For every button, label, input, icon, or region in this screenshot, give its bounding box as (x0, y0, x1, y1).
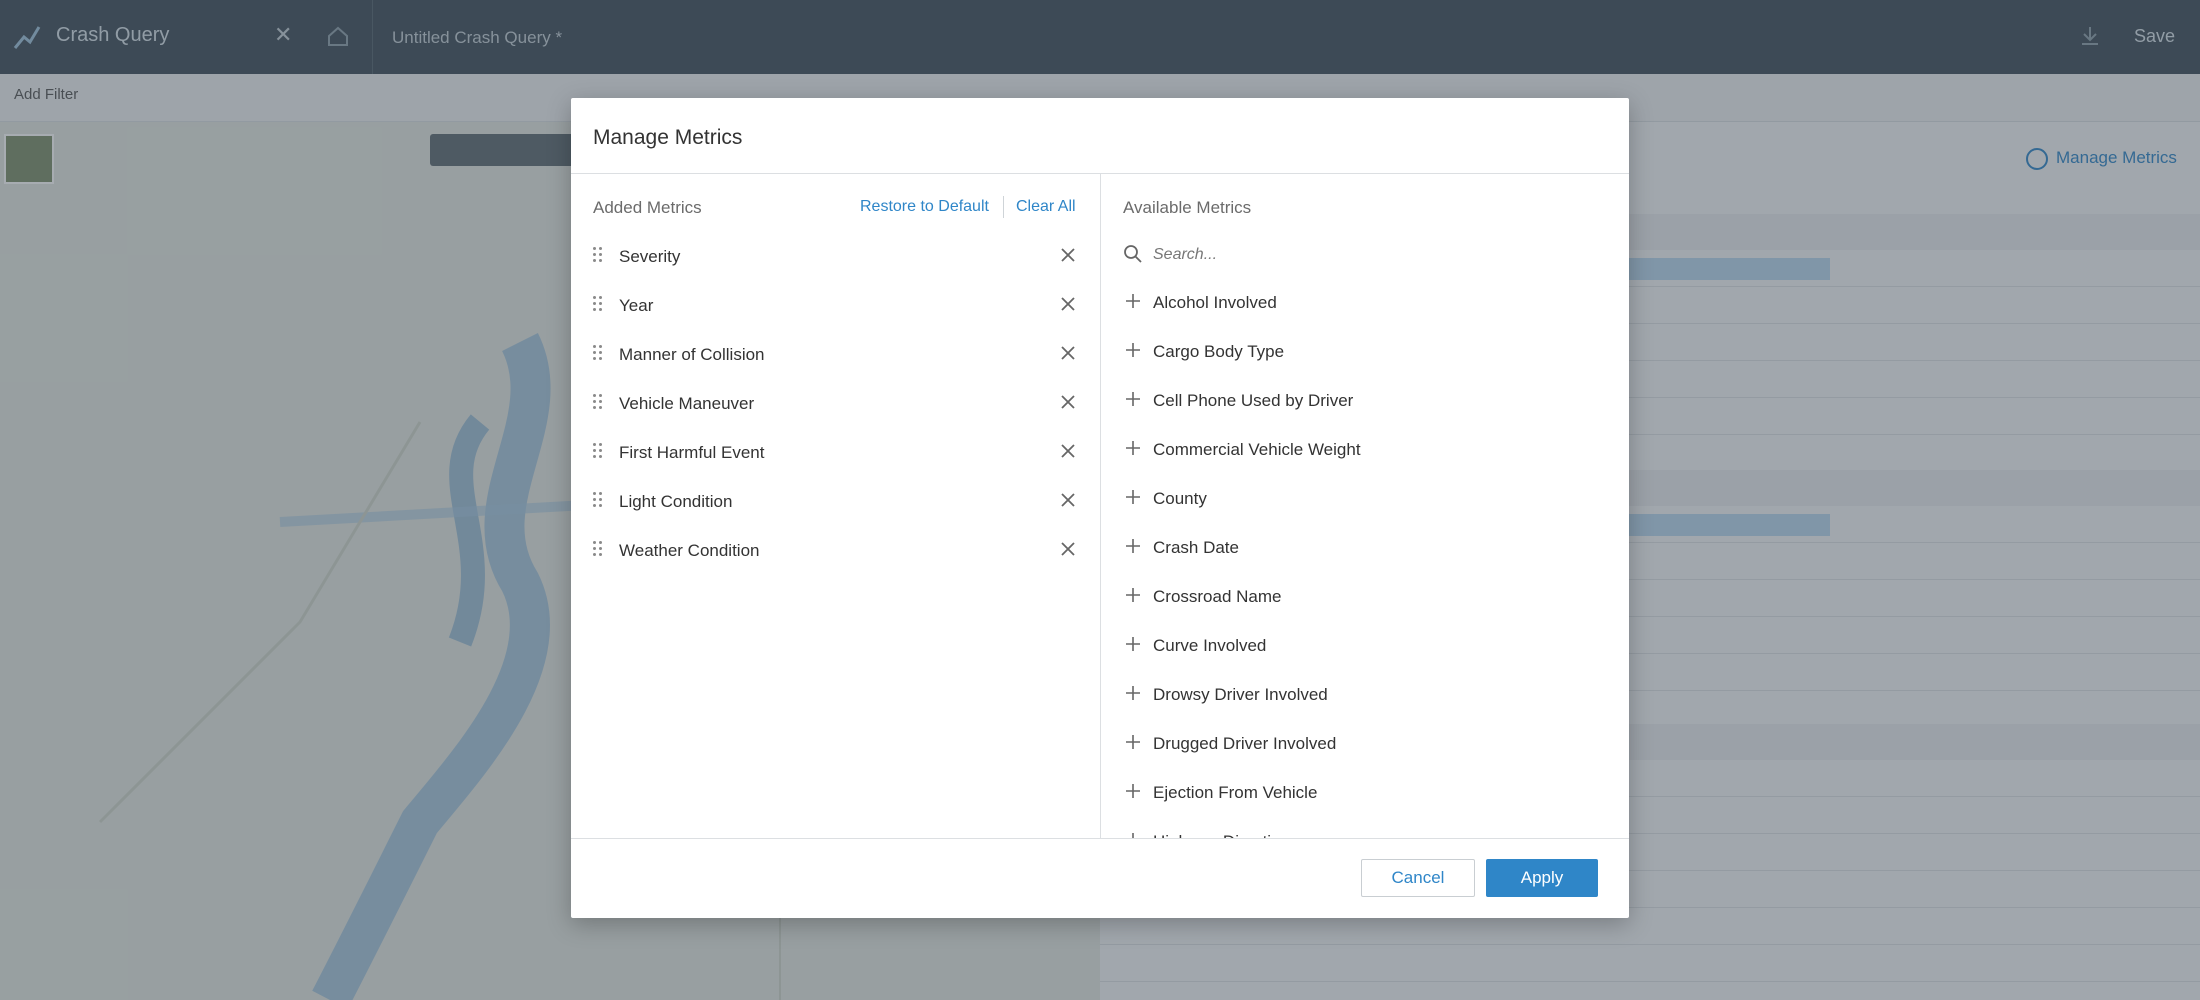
available-metric-item[interactable]: Alcohol Involved (1101, 280, 1629, 329)
available-metric-item[interactable]: Drowsy Driver Involved (1101, 672, 1629, 721)
drag-handle-icon[interactable] (593, 296, 603, 312)
added-metric-label: First Harmful Event (619, 443, 765, 462)
add-metric-icon[interactable] (1125, 293, 1141, 309)
add-metric-icon[interactable] (1125, 538, 1141, 554)
add-metric-icon[interactable] (1125, 587, 1141, 603)
available-metrics-heading: Available Metrics (1123, 198, 1252, 217)
add-metric-icon[interactable] (1125, 342, 1141, 358)
available-metrics-panel: Available Metrics Alcohol Involved Cargo … (1101, 174, 1629, 838)
available-metric-label: Ejection From Vehicle (1153, 783, 1318, 802)
drag-handle-icon[interactable] (593, 443, 603, 459)
add-metric-icon[interactable] (1125, 636, 1141, 652)
available-metric-item[interactable]: County (1101, 476, 1629, 525)
added-metric-item[interactable]: Vehicle Maneuver (571, 381, 1100, 430)
drag-handle-icon[interactable] (593, 541, 603, 557)
drag-handle-icon[interactable] (593, 247, 603, 263)
available-metric-item[interactable]: Cargo Body Type (1101, 329, 1629, 378)
available-metric-label: Drugged Driver Involved (1153, 734, 1337, 753)
added-metrics-panel: Added Metrics Restore to Default Clear A… (571, 174, 1100, 838)
add-metric-icon[interactable] (1125, 440, 1141, 456)
added-metric-item[interactable]: Severity (571, 234, 1100, 283)
added-metric-label: Vehicle Maneuver (619, 394, 755, 413)
added-metric-label: Severity (619, 247, 681, 266)
clear-all-link[interactable]: Clear All (1016, 198, 1076, 216)
added-metric-label: Light Condition (619, 492, 733, 511)
remove-metric-icon[interactable] (1058, 245, 1078, 265)
added-metrics-list: Severity Year Manner of Collision Vehicle M… (571, 234, 1100, 577)
apply-button[interactable]: Apply (1486, 859, 1598, 897)
added-metric-item[interactable]: Manner of Collision (571, 332, 1100, 381)
available-metric-item[interactable]: Commercial Vehicle Weight (1101, 427, 1629, 476)
available-metric-label: Crash Date (1153, 538, 1239, 557)
available-metric-label: County (1153, 489, 1207, 508)
drag-handle-icon[interactable] (593, 492, 603, 508)
metric-search (1123, 240, 1603, 270)
search-icon (1124, 245, 1142, 263)
metric-search-input[interactable] (1153, 240, 1593, 270)
restore-to-default-link[interactable]: Restore to Default (860, 198, 989, 216)
remove-metric-icon[interactable] (1058, 441, 1078, 461)
available-metric-label: Crossroad Name (1153, 587, 1282, 606)
added-metrics-heading: Added Metrics (593, 198, 702, 217)
dialog-footer-divider (571, 838, 1629, 839)
added-metric-item[interactable]: Light Condition (571, 479, 1100, 528)
available-metrics-list: Alcohol Involved Cargo Body Type Cell Phon… (1101, 280, 1629, 838)
added-metric-label: Weather Condition (619, 541, 760, 560)
added-metric-label: Manner of Collision (619, 345, 765, 364)
add-metric-icon[interactable] (1125, 685, 1141, 701)
remove-metric-icon[interactable] (1058, 490, 1078, 510)
added-metric-item[interactable]: Weather Condition (571, 528, 1100, 577)
available-metric-label: Commercial Vehicle Weight (1153, 440, 1361, 459)
manage-metrics-dialog: Manage Metrics Added Metrics Restore to … (571, 98, 1629, 918)
cancel-button[interactable]: Cancel (1361, 859, 1475, 897)
add-metric-icon[interactable] (1125, 391, 1141, 407)
available-metric-label: Drowsy Driver Involved (1153, 685, 1328, 704)
available-metric-label: Alcohol Involved (1153, 293, 1277, 312)
add-metric-icon[interactable] (1125, 489, 1141, 505)
drag-handle-icon[interactable] (593, 394, 603, 410)
remove-metric-icon[interactable] (1058, 294, 1078, 314)
available-metric-item[interactable]: Cell Phone Used by Driver (1101, 378, 1629, 427)
available-metric-item[interactable]: Crossroad Name (1101, 574, 1629, 623)
remove-metric-icon[interactable] (1058, 539, 1078, 559)
available-metric-item[interactable]: Crash Date (1101, 525, 1629, 574)
remove-metric-icon[interactable] (1058, 392, 1078, 412)
available-metric-item[interactable]: Highway Direction (1101, 819, 1629, 838)
available-metric-item[interactable]: Curve Involved (1101, 623, 1629, 672)
available-metric-item[interactable]: Drugged Driver Involved (1101, 721, 1629, 770)
available-metric-label: Cargo Body Type (1153, 342, 1285, 361)
add-metric-icon[interactable] (1125, 734, 1141, 750)
added-metric-item[interactable]: Year (571, 283, 1100, 332)
dialog-title: Manage Metrics (593, 126, 743, 149)
add-metric-icon[interactable] (1125, 783, 1141, 799)
links-divider (1003, 196, 1004, 218)
drag-handle-icon[interactable] (593, 345, 603, 361)
remove-metric-icon[interactable] (1058, 343, 1078, 363)
available-metric-label: Cell Phone Used by Driver (1153, 391, 1354, 410)
added-metric-item[interactable]: First Harmful Event (571, 430, 1100, 479)
available-metric-label: Curve Involved (1153, 636, 1267, 655)
added-metric-label: Year (619, 296, 654, 315)
available-metric-item[interactable]: Ejection From Vehicle (1101, 770, 1629, 819)
